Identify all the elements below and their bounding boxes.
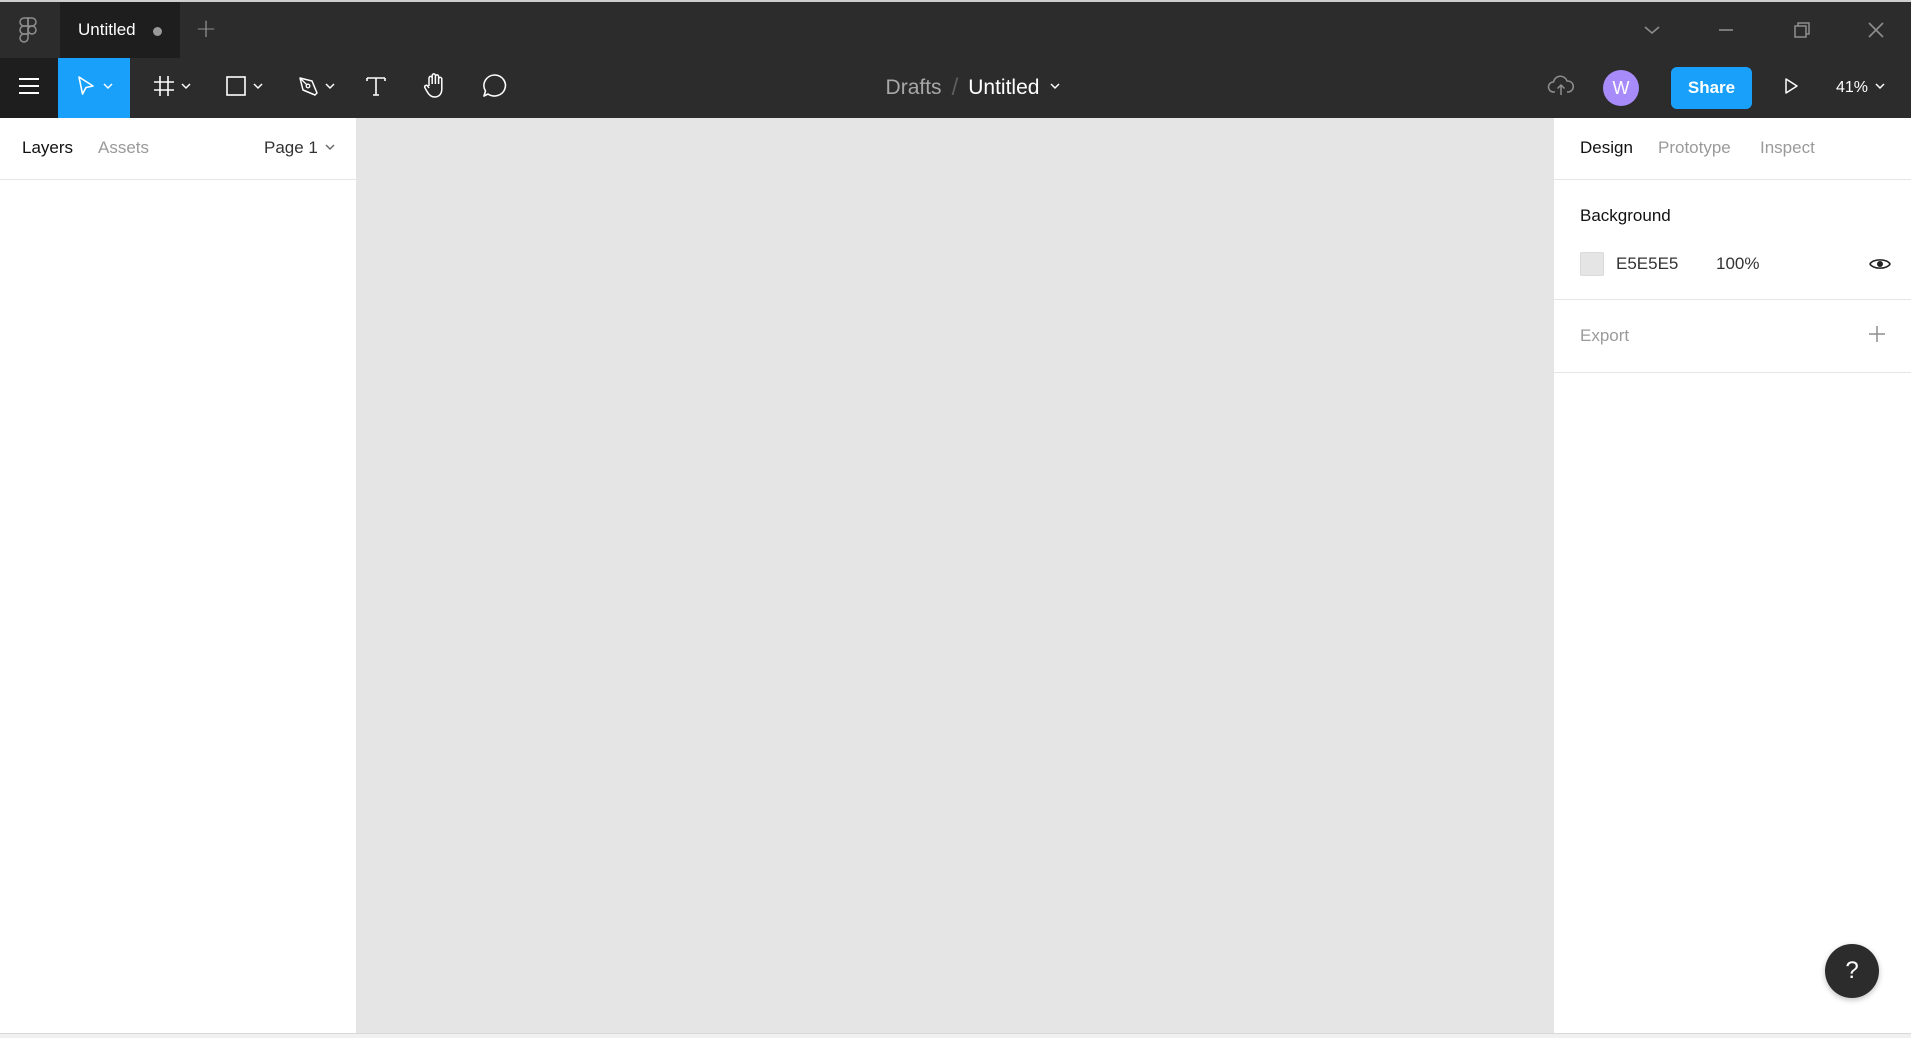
pen-tool-icon (296, 74, 320, 103)
background-hex-input[interactable]: E5E5E5 (1616, 254, 1678, 274)
rectangle-tool-icon (224, 74, 248, 103)
breadcrumb: Drafts / Untitled (886, 74, 1062, 102)
chevron-down-icon (324, 138, 336, 158)
present-button[interactable] (1776, 58, 1806, 118)
chevron-down-icon (180, 79, 192, 97)
chevron-down-icon[interactable] (1049, 79, 1061, 97)
cloud-upload-icon (1547, 74, 1575, 103)
chevron-down-icon (102, 79, 114, 97)
background-color-swatch[interactable] (1580, 252, 1604, 276)
hamburger-menu-icon (17, 76, 41, 101)
frame-tool-button[interactable] (146, 58, 198, 118)
hand-tool-icon (422, 72, 448, 105)
file-tab[interactable]: Untitled (60, 2, 180, 58)
page-selector[interactable]: Page 1 (264, 138, 336, 158)
chevron-down-icon[interactable] (1640, 18, 1664, 42)
eye-icon[interactable] (1868, 252, 1892, 276)
chevron-down-icon (1874, 79, 1886, 97)
design-canvas[interactable] (357, 118, 1553, 1033)
tab-prototype[interactable]: Prototype (1658, 138, 1731, 158)
tab-layers[interactable]: Layers (22, 138, 73, 158)
tab-assets[interactable]: Assets (98, 138, 149, 158)
pen-tool-button[interactable] (290, 58, 342, 118)
new-tab-plus-icon[interactable]: + (193, 16, 219, 42)
breadcrumb-separator: / (951, 74, 959, 101)
toolbar: Drafts / Untitled W Share 41% (0, 58, 1911, 118)
right-panel-tabs: Design Prototype Inspect (1554, 118, 1911, 180)
file-tab-title: Untitled (78, 20, 136, 39)
tab-inspect[interactable]: Inspect (1760, 138, 1815, 158)
zoom-level: 41% (1836, 79, 1869, 96)
tab-design[interactable]: Design (1580, 138, 1633, 158)
unsaved-dot-icon (153, 27, 162, 36)
text-tool-icon (364, 74, 388, 103)
shape-tool-button[interactable] (218, 58, 270, 118)
background-heading: Background (1580, 206, 1671, 225)
move-tool-button[interactable] (58, 58, 130, 118)
share-button[interactable]: Share (1671, 67, 1752, 109)
layers-panel: Layers Assets Page 1 (0, 118, 357, 1033)
close-icon[interactable] (1864, 18, 1888, 42)
background-opacity-input[interactable]: 100% (1716, 254, 1759, 274)
minimize-icon[interactable] (1714, 18, 1738, 42)
user-avatar[interactable]: W (1603, 70, 1639, 106)
text-tool-button[interactable] (362, 58, 390, 118)
file-name[interactable]: Untitled (968, 76, 1039, 100)
figma-logo-icon[interactable] (16, 16, 40, 44)
comment-tool-icon (481, 72, 509, 105)
title-bar: Untitled + (0, 0, 1911, 58)
chevron-down-icon (252, 79, 264, 97)
hand-tool-button[interactable] (420, 58, 450, 118)
chevron-down-icon (324, 79, 336, 97)
background-fill-row: E5E5E5 100% (1580, 252, 1892, 276)
help-button[interactable]: ? (1825, 944, 1879, 998)
play-icon (1781, 76, 1801, 101)
add-export-plus-icon[interactable] (1865, 322, 1889, 346)
main-menu-button[interactable] (0, 58, 58, 118)
zoom-dropdown[interactable]: 41% (1836, 58, 1886, 118)
cloud-upload-button[interactable] (1546, 58, 1576, 118)
left-panel-tabs: Layers Assets Page 1 (0, 118, 356, 180)
move-cursor-icon (74, 74, 98, 103)
frame-tool-icon (152, 74, 176, 103)
comment-tool-button[interactable] (480, 58, 510, 118)
export-section: Export (1554, 300, 1911, 373)
figma-app: Untitled + Drafts / Untitled W Share 41%… (0, 0, 1911, 1038)
breadcrumb-drafts[interactable]: Drafts (886, 76, 942, 100)
export-heading: Export (1580, 326, 1630, 345)
properties-panel: Design Prototype Inspect Background E5E5… (1553, 118, 1911, 1033)
background-section: Background E5E5E5 100% (1554, 180, 1911, 300)
restore-icon[interactable] (1790, 18, 1814, 42)
page-name: Page 1 (264, 138, 318, 157)
bottom-edge (0, 1033, 1911, 1038)
